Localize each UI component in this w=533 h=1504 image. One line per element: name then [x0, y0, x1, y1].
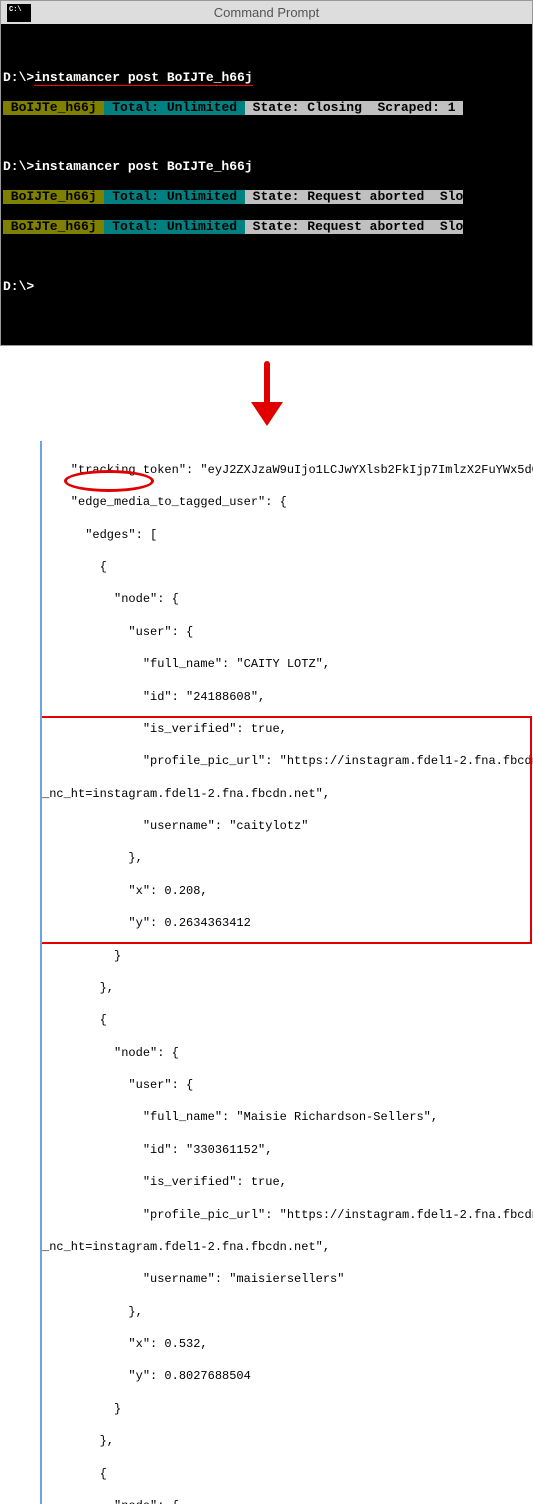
- json-line: "edges": [: [42, 527, 533, 543]
- cmd-command-text: instamancer post BoIJTe_h66j: [34, 71, 252, 86]
- json-line: },: [42, 850, 533, 866]
- json-line: _nc_ht=instagram.fdel1-2.fna.fbcdn.net",: [42, 786, 533, 802]
- json-line: "node": {: [42, 591, 533, 607]
- json-line: {: [42, 1466, 533, 1482]
- cmd-total-value: Unlimited: [159, 190, 245, 204]
- cmd-status-line-1: BoIJTe_h66j Total: Unlimited State: Clos…: [3, 101, 530, 116]
- json-line: "is_verified": true,: [42, 721, 533, 737]
- json-line: _nc_ht=instagram.fdel1-2.fna.fbcdn.net",: [42, 1239, 533, 1255]
- json-line: },: [42, 1433, 533, 1449]
- cmd-blank-line: [3, 250, 530, 265]
- cmd-total-label: Total:: [104, 101, 159, 115]
- json-line: "profile_pic_url": "https://instagram.fd…: [42, 1207, 533, 1223]
- json-line: "is_verified": true,: [42, 1174, 533, 1190]
- json-line: "full_name": "CAITY LOTZ",: [42, 656, 533, 672]
- json-line: "user": {: [42, 1077, 533, 1093]
- json-output: "tracking_token": "eyJ2ZXJzaW9uIjo1LCJwY…: [40, 441, 533, 1504]
- cmd-blank-line: [3, 131, 530, 146]
- cmd-prompt-line-2: D:\>instamancer post BoIJTe_h66j: [3, 160, 530, 175]
- arrow-annotation: [0, 346, 533, 441]
- cmd-title: Command Prompt: [214, 5, 319, 20]
- json-line: "x": 0.208,: [42, 883, 533, 899]
- cmd-icon: C:\: [7, 4, 31, 22]
- json-line: "profile_pic_url": "https://instagram.fd…: [42, 753, 533, 769]
- cmd-state: State: Closing Scraped: 1: [245, 101, 463, 115]
- json-line: {: [42, 1012, 533, 1028]
- cmd-total-value: Unlimited: [159, 101, 245, 115]
- command-prompt-window: C:\ Command Prompt D:\>instamancer post …: [0, 0, 533, 346]
- cmd-post-id: BoIJTe_h66j: [3, 101, 104, 115]
- json-line: "username": "maisiersellers": [42, 1271, 533, 1287]
- cmd-prompt-line-1: D:\>instamancer post BoIJTe_h66j: [3, 71, 530, 86]
- cmd-status-line-3: BoIJTe_h66j Total: Unlimited State: Requ…: [3, 220, 530, 235]
- down-arrow-icon: [247, 361, 287, 426]
- cmd-status-line-2: BoIJTe_h66j Total: Unlimited State: Requ…: [3, 190, 530, 205]
- cmd-total-label: Total:: [104, 190, 159, 204]
- json-line: }: [42, 1401, 533, 1417]
- cmd-post-id: BoIJTe_h66j: [3, 220, 104, 234]
- cmd-output[interactable]: D:\>instamancer post BoIJTe_h66j BoIJTe_…: [1, 24, 532, 345]
- cmd-total-value: Unlimited: [159, 220, 245, 234]
- json-line: "id": "24188608",: [42, 689, 533, 705]
- json-line: }: [42, 948, 533, 964]
- cmd-total-label: Total:: [104, 220, 159, 234]
- json-line: "edge_media_to_tagged_user": {: [42, 494, 533, 510]
- cmd-state: State: Request aborted Slo: [245, 190, 463, 204]
- json-line: "id": "330361152",: [42, 1142, 533, 1158]
- cmd-state: State: Request aborted Slo: [245, 220, 463, 234]
- json-line: },: [42, 1304, 533, 1320]
- json-line: "username": "caitylotz": [42, 818, 533, 834]
- json-line: "user": {: [42, 624, 533, 640]
- json-line: {: [42, 559, 533, 575]
- cmd-post-id: BoIJTe_h66j: [3, 190, 104, 204]
- json-line: "x": 0.532,: [42, 1336, 533, 1352]
- json-line: "tracking_token": "eyJ2ZXJzaW9uIjo1LCJwY…: [42, 462, 533, 478]
- json-line: "node": {: [42, 1498, 533, 1504]
- json-line: },: [42, 980, 533, 996]
- json-line: "y": 0.2634363412: [42, 915, 533, 931]
- cmd-prompt-line-3: D:\>: [3, 280, 530, 295]
- json-line: "full_name": "Maisie Richardson-Sellers"…: [42, 1109, 533, 1125]
- cmd-titlebar: C:\ Command Prompt: [1, 1, 532, 24]
- json-line: "y": 0.8027688504: [42, 1368, 533, 1384]
- cmd-prompt-prefix: D:\>: [3, 71, 34, 85]
- json-line: "node": {: [42, 1045, 533, 1061]
- cmd-blank-line: [3, 41, 530, 56]
- cmd-icon-label: C:\: [9, 6, 22, 14]
